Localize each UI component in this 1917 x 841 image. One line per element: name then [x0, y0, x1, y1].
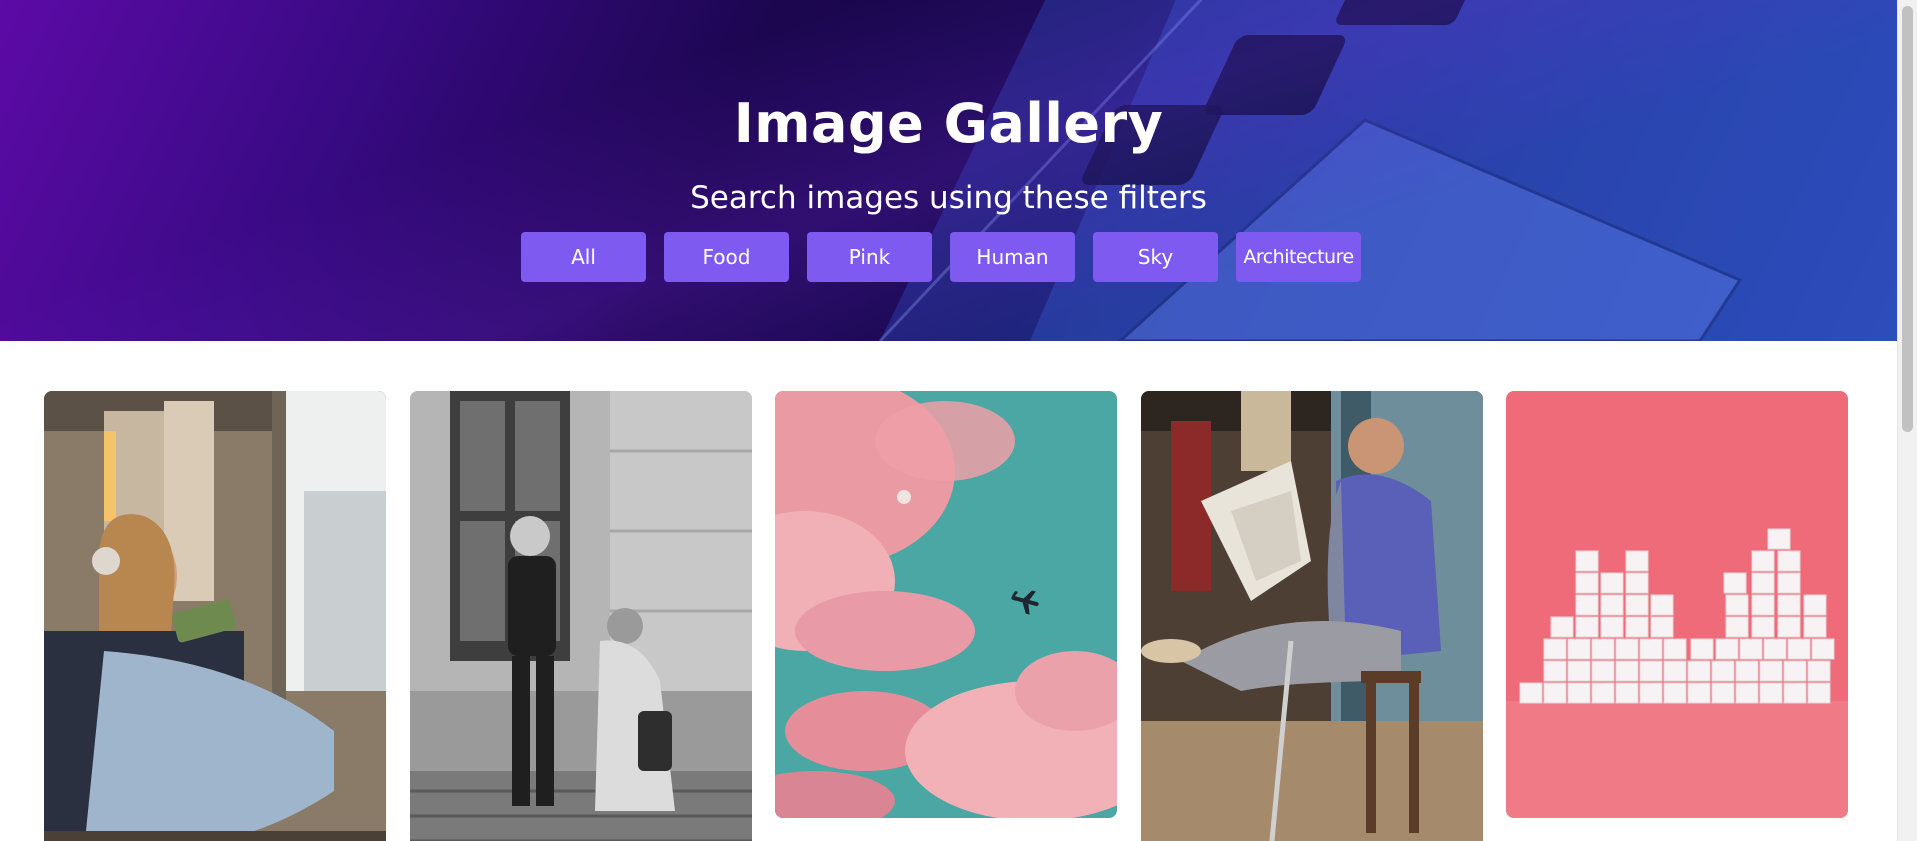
filter-sky-button[interactable]: Sky: [1093, 232, 1218, 282]
filter-human-button[interactable]: Human: [950, 232, 1075, 282]
page-title: Image Gallery: [733, 92, 1164, 155]
page: Image Gallery Search images using these …: [0, 0, 1917, 841]
filter-pink-button[interactable]: Pink: [807, 232, 932, 282]
gallery-image-sugar-cubes[interactable]: [1506, 391, 1848, 818]
hero-sheen: [0, 0, 1897, 341]
gallery-image-man-reading-newspaper[interactable]: [1141, 391, 1483, 841]
page-subtitle: Search images using these filters: [690, 180, 1207, 216]
man-helping-elderly-photo: [410, 391, 752, 841]
scrollbar-thumb[interactable]: [1902, 6, 1913, 432]
woman-reading-photo: [44, 391, 386, 841]
filter-bar: All Food Pink Human Sky Architecture: [521, 232, 1361, 282]
filter-all-button[interactable]: All: [521, 232, 646, 282]
sugar-cubes-photo: [1506, 391, 1848, 818]
man-reading-newspaper-photo: [1141, 391, 1483, 841]
hero-banner: Image Gallery Search images using these …: [0, 0, 1897, 341]
gallery-image-woman-reading[interactable]: [44, 391, 386, 841]
gallery-image-man-helping-elderly[interactable]: [410, 391, 752, 841]
filter-architecture-button[interactable]: Architecture: [1236, 232, 1361, 282]
gallery-image-pink-clouds[interactable]: [775, 391, 1117, 818]
filter-food-button[interactable]: Food: [664, 232, 789, 282]
pink-clouds-photo: [775, 391, 1117, 818]
page-scrollbar[interactable]: [1897, 0, 1917, 841]
